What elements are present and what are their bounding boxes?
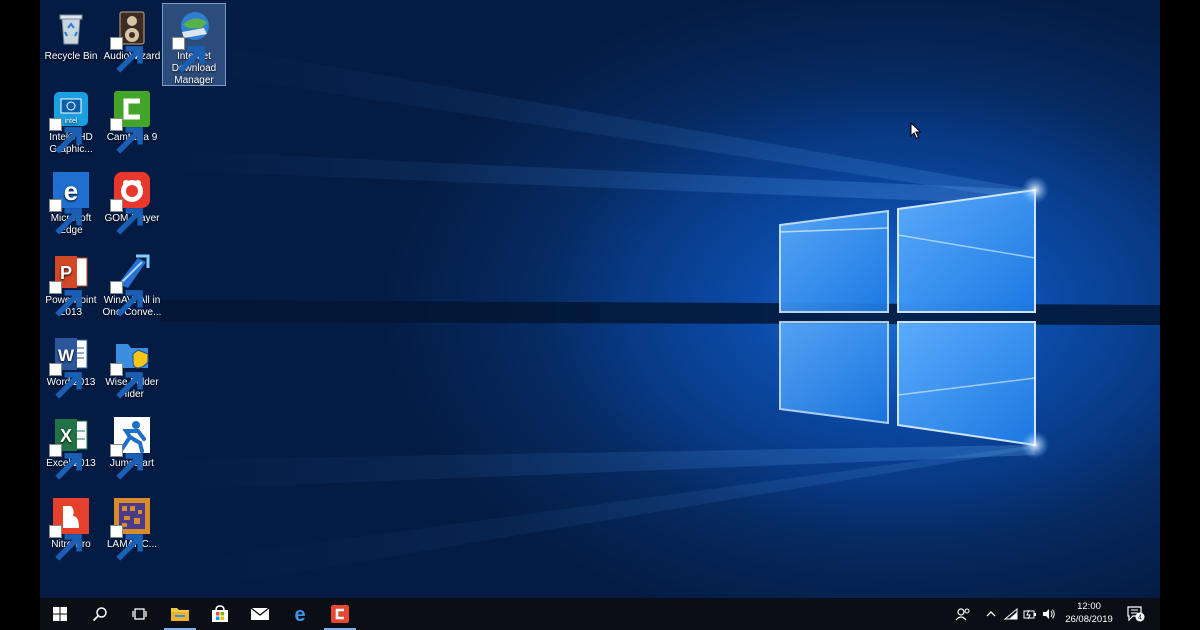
shortcut-arrow-icon [49,363,82,399]
desktop-icon-wise-folder-hider[interactable]: Wise Folder Hider [101,330,163,401]
action-center-button[interactable]: 4 [1124,598,1148,630]
shortcut-arrow-icon [110,525,143,561]
edge-icon: e [49,170,91,235]
desktop-icon-label: Recycle Bin [44,51,98,62]
excel-icon: X [49,415,91,480]
notification-count: 4 [1138,615,1142,622]
wise-folder-hider-icon [110,334,152,399]
shortcut-arrow-icon [49,525,82,561]
gom-player-icon [110,170,152,235]
internet-download-manager-icon [172,8,214,73]
svg-text:X: X [60,426,72,446]
mouse-cursor-icon [910,121,922,145]
shortcut-arrow-icon [110,199,143,235]
taskbar-edge[interactable]: e [280,598,320,630]
search-icon [92,607,107,622]
show-hidden-icons-button[interactable] [982,598,1000,630]
people-icon [955,608,970,621]
shortcut-arrow-icon [110,444,143,480]
shortcut-arrow-icon [110,37,143,73]
volume-button[interactable] [1040,598,1058,630]
screen-frame: Recycle Bin AudioWizard Internet Downloa… [0,0,1200,630]
taskbar: e 12:00 26/08/2019 4 [40,598,1160,630]
battery-button[interactable] [1021,598,1039,630]
recycle-bin-icon [51,8,91,48]
shortcut-arrow-icon [110,363,143,399]
battery-icon [1023,609,1036,620]
notification-icon: 4 [1127,606,1145,622]
desktop-icon-audiowizard[interactable]: AudioWizard [101,4,163,73]
search-button[interactable] [80,598,120,630]
svg-text:e: e [294,604,305,624]
shortcut-arrow-icon [110,118,143,154]
jumpstart-icon [110,415,152,480]
chevron-up-icon [986,611,996,617]
windows-logo-wallpaper [160,40,1160,590]
desktop-icon-powerpoint[interactable]: P PowerPoint 2013 [40,248,102,319]
winavi-icon [110,252,152,317]
word-icon: W [49,334,91,399]
file-explorer-icon [171,608,189,621]
nitro-pro-icon [49,496,91,561]
network-button[interactable] [1002,598,1020,630]
desktop-icon-camtasia[interactable]: Camtasia 9 [101,85,163,154]
mail-icon [250,607,270,620]
clock-date: 26/08/2019 [1065,614,1113,625]
task-view-button[interactable] [120,598,160,630]
network-icon [1004,608,1018,620]
taskbar-store[interactable] [200,598,240,630]
intel-hd-graphics-icon: intel [49,89,91,154]
people-button[interactable] [952,598,974,630]
shortcut-arrow-icon [49,444,82,480]
shortcut-arrow-icon [49,281,82,317]
shortcut-arrow-icon [49,118,82,154]
taskbar-mail[interactable] [240,598,280,630]
lamanc-icon [110,496,152,561]
desktop-icon-intel-hd-graphics[interactable]: intel Intel® HD Graphic... [40,85,102,156]
desktop[interactable]: Recycle Bin AudioWizard Internet Downloa… [40,0,1160,598]
desktop-icon-nitro-pro[interactable]: Nitro Pro [40,492,102,561]
taskbar-camtasia[interactable] [320,598,360,630]
desktop-icon-excel[interactable]: X Excel 2013 [40,411,102,480]
camtasia-icon [110,89,152,154]
store-icon [212,605,228,622]
desktop-icon-jumpstart[interactable]: Jumpstart [101,411,163,480]
letterbox-left [0,0,40,630]
edge-icon: e [294,604,305,624]
shortcut-arrow-icon [110,281,143,317]
clock[interactable]: 12:00 26/08/2019 [1060,600,1118,626]
taskbar-file-explorer[interactable] [160,598,200,630]
powerpoint-icon: P [49,252,91,317]
shortcut-arrow-icon [49,199,82,235]
desktop-icon-recycle-bin[interactable]: Recycle Bin [40,4,102,63]
task-view-icon [132,608,147,620]
camtasia-icon [331,605,349,623]
desktop-icon-winavi[interactable]: WinAVI All in One Conve... [101,248,163,319]
desktop-icon-lamanc[interactable]: LAMANC... [101,492,163,561]
letterbox-right [1160,0,1200,630]
desktop-icon-internet-download-manager[interactable]: Internet Download Manager [162,3,226,86]
start-icon [53,607,67,621]
volume-icon [1043,609,1055,619]
clock-time: 12:00 [1077,601,1101,612]
audiowizard-icon [110,8,152,73]
svg-text:P: P [60,263,72,283]
desktop-icon-word[interactable]: W Word 2013 [40,330,102,399]
desktop-icon-gom-player[interactable]: GOM Player [101,166,163,235]
desktop-icon-microsoft-edge[interactable]: e Microsoft Edge [40,166,102,237]
start-button[interactable] [40,598,80,630]
shortcut-arrow-icon [172,37,205,73]
